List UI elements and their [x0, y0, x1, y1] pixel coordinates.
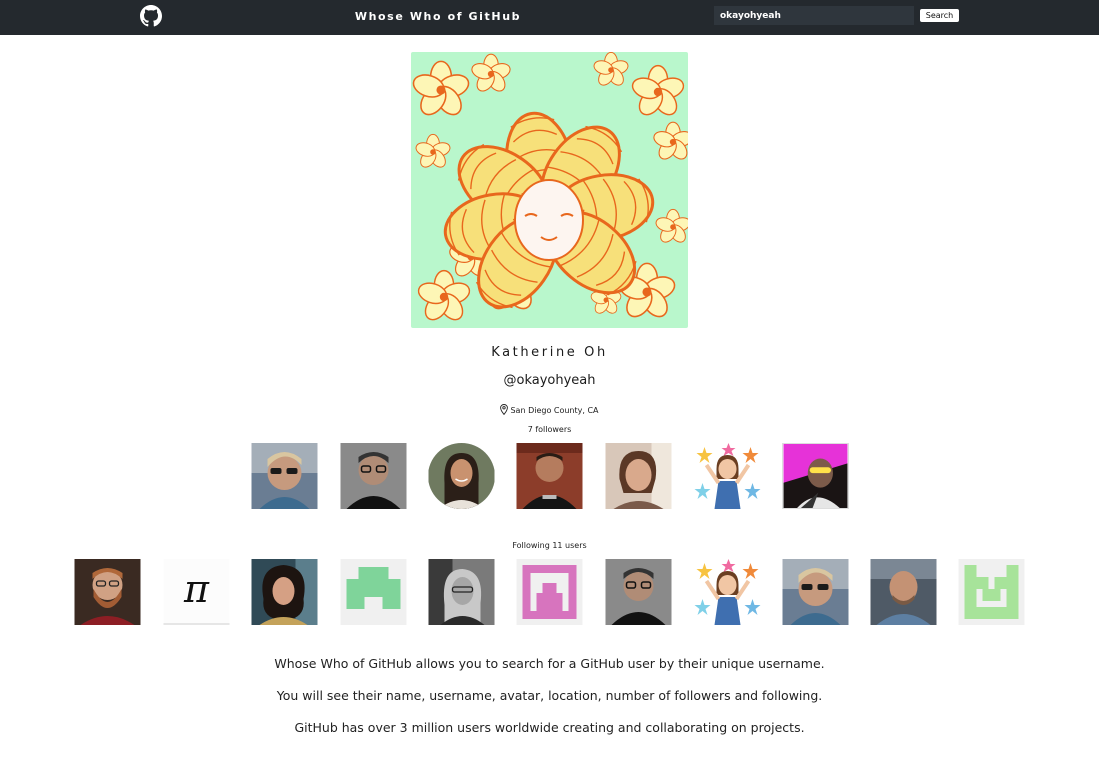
photo-man-sunglasses-icon — [251, 443, 318, 509]
photo-man-bald-icon — [870, 559, 937, 625]
following-avatar[interactable] — [428, 559, 495, 625]
following-avatar[interactable] — [251, 559, 318, 625]
following-avatar[interactable] — [340, 559, 407, 625]
photo-man-glasses-icon — [605, 559, 672, 625]
photo-man-beard-icon — [74, 559, 141, 625]
search-button[interactable]: Search — [920, 9, 959, 22]
following-avatar[interactable] — [516, 559, 583, 625]
identicon-light-green-icon — [958, 559, 1025, 625]
pi-symbol-icon: π — [163, 559, 230, 625]
flower-hair-illustration — [411, 52, 688, 325]
follower-avatar[interactable] — [516, 443, 583, 509]
following-avatar[interactable]: π — [163, 559, 230, 625]
photo-woman-bw-icon — [428, 559, 495, 625]
follower-avatar[interactable] — [694, 443, 761, 509]
follower-avatar[interactable] — [782, 443, 849, 509]
follower-avatar[interactable] — [340, 443, 407, 509]
svg-text:π: π — [183, 567, 210, 611]
following-avatar[interactable] — [74, 559, 141, 625]
follower-avatar[interactable] — [428, 443, 495, 509]
identicon-pink-icon — [516, 559, 583, 625]
follower-avatar[interactable] — [605, 443, 672, 509]
search-input[interactable] — [714, 6, 914, 25]
navbar: Whose Who of GitHub Search — [0, 0, 1099, 35]
cartoon-bitmoji-stars-icon — [694, 559, 761, 625]
following-avatar[interactable] — [605, 559, 672, 625]
follower-avatar[interactable] — [251, 443, 318, 509]
following-avatar[interactable] — [782, 559, 849, 625]
following-avatar[interactable] — [694, 559, 761, 625]
following-avatar[interactable] — [870, 559, 937, 625]
profile-avatar — [411, 52, 688, 328]
photo-man-tshirt-icon — [516, 443, 583, 509]
photo-woman-selfie-icon — [605, 443, 672, 509]
about-line-3: GitHub has over 3 million users worldwid… — [294, 720, 805, 735]
identicon-green-icon — [340, 559, 407, 625]
profile-username: @okayohyeah — [503, 373, 596, 388]
map-pin-icon — [500, 404, 509, 416]
about-line-2: You will see their name, username, avata… — [276, 688, 823, 703]
profile-name: Katherine Oh — [491, 345, 608, 360]
profile-location: San Diego County, CA — [0, 404, 1099, 416]
photo-woman-smiling-icon — [428, 443, 495, 509]
about-line-1: Whose Who of GitHub allows you to search… — [274, 656, 825, 671]
following-avatar[interactable] — [958, 559, 1025, 625]
cartoon-bitmoji-stars-icon — [694, 443, 761, 509]
photo-woman-curly-hair-icon — [251, 559, 318, 625]
followers-count: 7 followers — [527, 425, 572, 434]
location-text: San Diego County, CA — [510, 406, 599, 415]
photo-man-glasses-icon — [340, 443, 407, 509]
following-count: Following 11 users — [512, 541, 587, 550]
photo-neon-party-icon — [783, 444, 848, 508]
photo-man-sunglasses-icon — [782, 559, 849, 625]
